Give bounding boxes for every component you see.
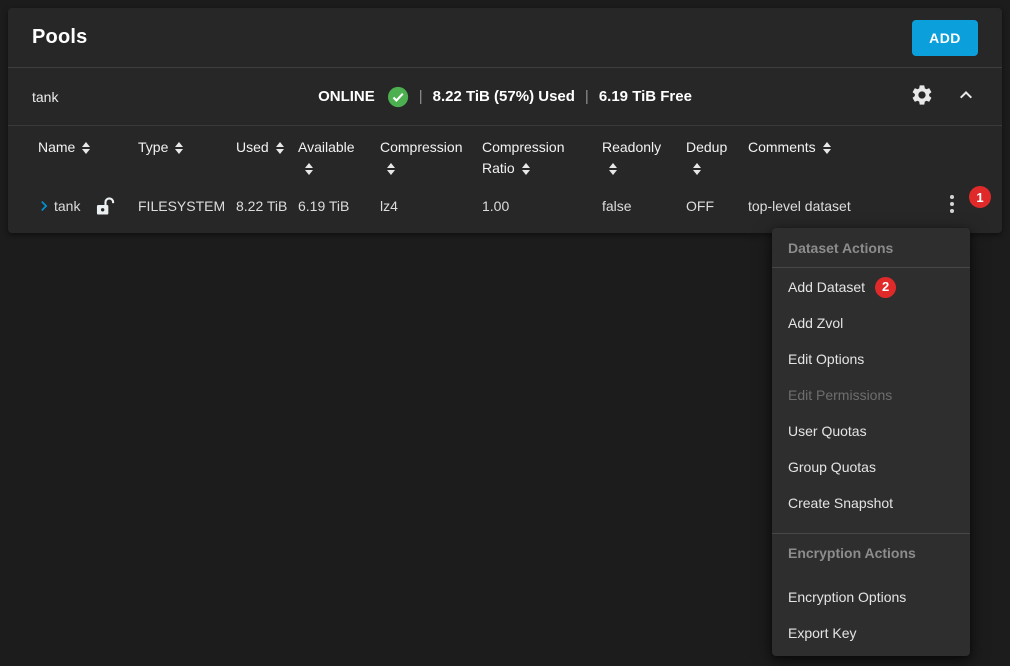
table-row: tank FILESYSTEM 8.22 TiB 6.19 TiB lz4 1.… — [38, 182, 1002, 230]
dataset-compression: lz4 — [380, 198, 482, 214]
menu-section-header-dataset-actions: Dataset Actions — [772, 230, 970, 266]
sort-icon — [693, 163, 702, 175]
status-separator: | — [575, 88, 599, 105]
menu-section-header-encryption-actions: Encryption Actions — [772, 535, 970, 571]
table-header-row: Name Type Used Available Compression Com… — [38, 126, 1002, 179]
dataset-dedup: OFF — [686, 198, 748, 214]
dataset-available: 6.19 TiB — [298, 198, 380, 214]
sort-icon — [387, 163, 396, 175]
sort-icon — [175, 142, 184, 154]
pool-settings-button[interactable] — [910, 83, 934, 110]
menu-item-add-dataset[interactable]: Add Dataset 2 — [772, 269, 970, 305]
status-ok-icon — [387, 86, 409, 108]
pools-card-header: Pools ADD — [8, 8, 1002, 67]
menu-item-export-key[interactable]: Export Key — [772, 615, 970, 651]
pool-actions — [910, 83, 978, 110]
dataset-compression-ratio: 1.00 — [482, 198, 602, 214]
menu-item-encryption-options[interactable]: Encryption Options — [772, 579, 970, 615]
datasets-table: Name Type Used Available Compression Com… — [8, 125, 1002, 230]
menu-item-edit-permissions: Edit Permissions — [772, 377, 970, 413]
column-header-comments[interactable]: Comments — [748, 137, 1002, 179]
dataset-readonly: false — [602, 198, 686, 214]
column-header-available[interactable]: Available — [298, 137, 380, 179]
column-header-compression[interactable]: Compression — [380, 137, 482, 179]
pool-name: tank — [32, 89, 58, 105]
column-header-type[interactable]: Type — [138, 137, 236, 179]
pool-free-text: 6.19 TiB Free — [599, 88, 692, 105]
sort-icon — [305, 163, 314, 175]
pool-used-text: 8.22 TiB (57%) Used — [433, 88, 575, 105]
dataset-type: FILESYSTEM — [138, 198, 236, 214]
pool-status: ONLINE | 8.22 TiB (57%) Used | 6.19 TiB … — [318, 86, 692, 108]
row-actions — [946, 189, 958, 219]
sort-icon — [276, 142, 285, 154]
dataset-name: tank — [54, 198, 80, 214]
dataset-comments: top-level dataset — [748, 198, 1002, 214]
annotation-badge-2: 2 — [875, 277, 896, 298]
dataset-used: 8.22 TiB — [236, 198, 298, 214]
sort-icon — [522, 163, 531, 175]
column-header-name[interactable]: Name — [38, 137, 138, 179]
status-separator: | — [409, 88, 433, 105]
menu-item-add-zvol[interactable]: Add Zvol — [772, 305, 970, 341]
pool-summary-row[interactable]: tank ONLINE | 8.22 TiB (57%) Used | 6.19… — [8, 67, 1002, 125]
add-pool-button[interactable]: ADD — [912, 20, 978, 56]
dataset-name-cell: tank — [38, 196, 138, 216]
expand-row-chevron-icon[interactable] — [34, 196, 54, 216]
menu-item-create-snapshot[interactable]: Create Snapshot — [772, 485, 970, 521]
page-title: Pools — [32, 26, 87, 49]
pools-card: Pools ADD tank ONLINE | 8.22 TiB (57%) U… — [8, 8, 1002, 233]
menu-item-edit-options[interactable]: Edit Options — [772, 341, 970, 377]
dataset-actions-kebab-icon[interactable] — [946, 189, 958, 219]
column-header-used[interactable]: Used — [236, 137, 298, 179]
sort-icon — [823, 142, 832, 154]
unlocked-icon — [96, 196, 115, 216]
pool-status-text: ONLINE — [318, 88, 375, 105]
dataset-actions-menu: Dataset Actions Add Dataset 2 Add Zvol E… — [772, 228, 970, 656]
column-header-readonly[interactable]: Readonly — [602, 137, 686, 179]
sort-icon — [82, 142, 91, 154]
menu-item-group-quotas[interactable]: Group Quotas — [772, 449, 970, 485]
annotation-badge-1: 1 — [969, 186, 991, 208]
column-header-dedup[interactable]: Dedup — [686, 137, 748, 179]
sort-icon — [609, 163, 618, 175]
column-header-compression-ratio[interactable]: Compression Ratio — [482, 137, 602, 179]
collapse-pool-button[interactable] — [954, 83, 978, 110]
divider — [772, 533, 970, 534]
gear-icon — [910, 83, 934, 110]
divider — [772, 267, 970, 268]
menu-item-user-quotas[interactable]: User Quotas — [772, 413, 970, 449]
chevron-up-icon — [954, 83, 978, 110]
